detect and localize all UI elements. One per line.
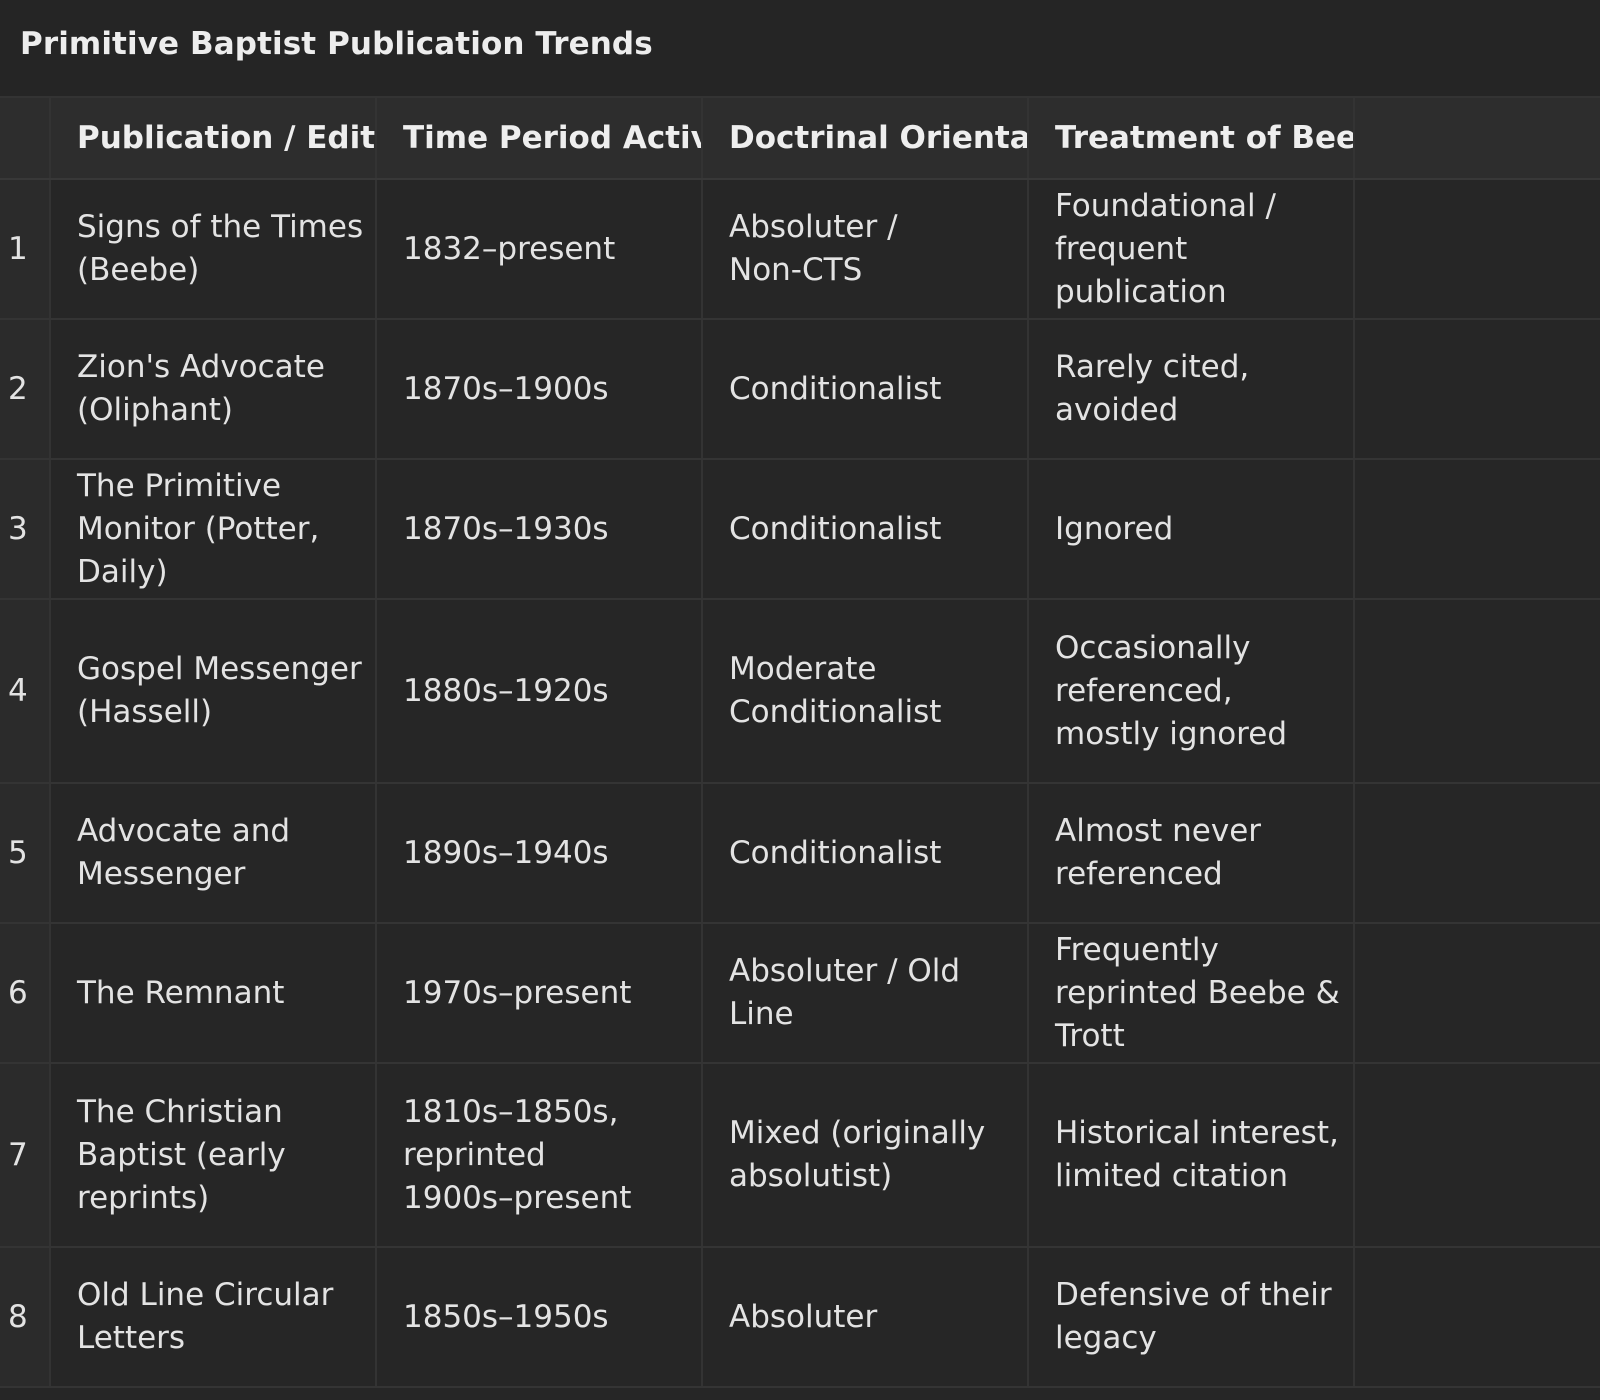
row-number-cell[interactable]: 5: [0, 784, 51, 922]
orientation-cell[interactable]: Absoluter / Non-CTS: [703, 180, 1029, 318]
row-number-cell[interactable]: 1: [0, 180, 51, 318]
column-header-label: Publication / Editor: [77, 119, 376, 156]
column-header-orientation[interactable]: Doctrinal Orientation: [703, 98, 1029, 178]
treatment-cell[interactable]: Historical interest, limited citation: [1029, 1064, 1355, 1246]
publication-cell[interactable]: Signs of the Times (Beebe): [51, 180, 377, 318]
empty-cell[interactable]: [1355, 600, 1600, 782]
empty-cell[interactable]: [1355, 180, 1600, 318]
empty-cell[interactable]: [1355, 320, 1600, 458]
orientation-cell[interactable]: Absoluter / Old Line: [703, 924, 1029, 1062]
table-row[interactable]: 1 Signs of the Times (Beebe) 1832–presen…: [0, 180, 1600, 320]
column-header-treatment[interactable]: Treatment of Beebe /: [1029, 98, 1355, 178]
period-cell[interactable]: 1870s–1900s: [377, 320, 703, 458]
period-cell[interactable]: 1880s–1920s: [377, 600, 703, 782]
table-header-row: Publication / Editor Time Period Active …: [0, 98, 1600, 180]
row-number-cell[interactable]: 3: [0, 460, 51, 598]
app-window: Primitive Baptist Publication Trends Pub…: [0, 0, 1600, 1400]
treatment-cell[interactable]: Defensive of their legacy: [1029, 1248, 1355, 1386]
table-row[interactable]: 4 Gospel Messenger (Hassell) 1880s–1920s…: [0, 600, 1600, 784]
row-number-cell[interactable]: 4: [0, 600, 51, 782]
column-header-label: Doctrinal Orientation: [729, 119, 1029, 156]
publication-cell[interactable]: Zion's Advocate (Oliphant): [51, 320, 377, 458]
row-number-cell[interactable]: 2: [0, 320, 51, 458]
orientation-cell[interactable]: Conditionalist: [703, 460, 1029, 598]
table-row[interactable]: 2 Zion's Advocate (Oliphant) 1870s–1900s…: [0, 320, 1600, 460]
period-cell[interactable]: 1870s–1930s: [377, 460, 703, 598]
period-cell[interactable]: 1832–present: [377, 180, 703, 318]
table-row[interactable]: 8 Old Line Circular Letters 1850s–1950s …: [0, 1248, 1600, 1388]
period-cell[interactable]: 1890s–1940s: [377, 784, 703, 922]
treatment-cell[interactable]: Almost never referenced: [1029, 784, 1355, 922]
table-row[interactable]: 7 The Christian Baptist (early reprints)…: [0, 1064, 1600, 1248]
period-cell[interactable]: 1810s–1850s, reprinted 1900s–present: [377, 1064, 703, 1246]
publication-cell[interactable]: Gospel Messenger (Hassell): [51, 600, 377, 782]
empty-cell[interactable]: [1355, 784, 1600, 922]
orientation-cell[interactable]: Conditionalist: [703, 320, 1029, 458]
orientation-cell[interactable]: Moderate Conditionalist: [703, 600, 1029, 782]
treatment-cell[interactable]: Frequently reprinted Beebe & Trott: [1029, 924, 1355, 1062]
period-cell[interactable]: 1850s–1950s: [377, 1248, 703, 1386]
row-number-cell[interactable]: 6: [0, 924, 51, 1062]
publication-cell[interactable]: The Remnant: [51, 924, 377, 1062]
empty-cell[interactable]: [1355, 1248, 1600, 1386]
treatment-cell[interactable]: Rarely cited, avoided: [1029, 320, 1355, 458]
row-number-cell[interactable]: 7: [0, 1064, 51, 1246]
column-header-publication[interactable]: Publication / Editor: [51, 98, 377, 178]
period-cell[interactable]: 1970s–present: [377, 924, 703, 1062]
column-header-label: Time Period Active: [403, 119, 703, 156]
treatment-cell[interactable]: Occasionally referenced, mostly ignored: [1029, 600, 1355, 782]
publication-cell[interactable]: The Christian Baptist (early reprints): [51, 1064, 377, 1246]
treatment-cell[interactable]: Foundational / frequent publication: [1029, 180, 1355, 318]
empty-cell[interactable]: [1355, 460, 1600, 598]
publication-cell[interactable]: Advocate and Messenger: [51, 784, 377, 922]
orientation-cell[interactable]: Conditionalist: [703, 784, 1029, 922]
row-number-cell[interactable]: 8: [0, 1248, 51, 1386]
table-row[interactable]: 5 Advocate and Messenger 1890s–1940s Con…: [0, 784, 1600, 924]
empty-cell[interactable]: [1355, 924, 1600, 1062]
treatment-cell[interactable]: Ignored: [1029, 460, 1355, 598]
row-number-header[interactable]: [0, 98, 51, 178]
publication-cell[interactable]: Old Line Circular Letters: [51, 1248, 377, 1386]
orientation-cell[interactable]: Absoluter: [703, 1248, 1029, 1386]
table-row[interactable]: 6 The Remnant 1970s–present Absoluter / …: [0, 924, 1600, 1064]
data-table: Publication / Editor Time Period Active …: [0, 98, 1600, 1400]
column-header-empty[interactable]: [1355, 98, 1600, 178]
title-bar: Primitive Baptist Publication Trends: [0, 0, 1600, 98]
empty-cell[interactable]: [1355, 1064, 1600, 1246]
column-header-label: Treatment of Beebe /: [1055, 119, 1355, 156]
column-header-period[interactable]: Time Period Active: [377, 98, 703, 178]
table-row[interactable]: 3 The Primitive Monitor (Potter, Daily) …: [0, 460, 1600, 600]
page-title: Primitive Baptist Publication Trends: [20, 26, 653, 62]
publication-cell[interactable]: The Primitive Monitor (Potter, Daily): [51, 460, 377, 598]
orientation-cell[interactable]: Mixed (originally absolutist): [703, 1064, 1029, 1246]
